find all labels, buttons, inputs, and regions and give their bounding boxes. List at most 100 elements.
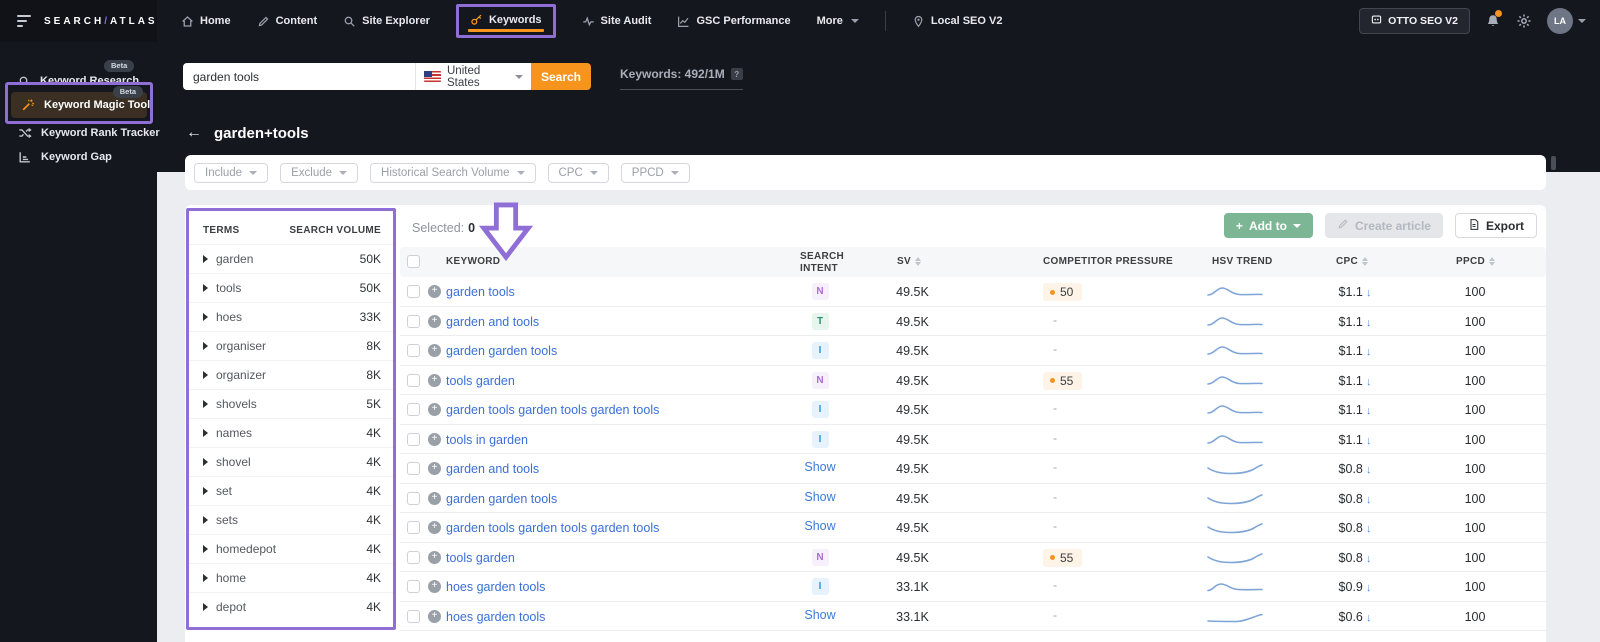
add-to-button[interactable]: + Add to — [1224, 213, 1313, 238]
row-checkbox[interactable] — [407, 610, 420, 623]
keyword-link[interactable]: garden tools — [446, 285, 515, 299]
sidebar-item-keyword-gap[interactable]: Keyword Gap — [0, 146, 112, 168]
row-checkbox[interactable] — [407, 492, 420, 505]
filter-historical-search-volume[interactable]: Historical Search Volume — [370, 163, 535, 183]
expand-plus-icon[interactable]: + — [428, 610, 441, 623]
term-row[interactable]: names4K — [189, 418, 393, 447]
nav-item-site-audit[interactable]: Site Audit — [582, 15, 652, 28]
term-row[interactable]: homedepot4K — [189, 534, 393, 563]
settings-gear-icon[interactable] — [1516, 13, 1532, 29]
row-checkbox[interactable] — [407, 315, 420, 328]
expand-plus-icon[interactable]: + — [428, 433, 441, 446]
term-row[interactable]: sets4K — [189, 505, 393, 534]
expand-triangle-icon[interactable] — [203, 284, 208, 292]
nav-item-gsc-performance[interactable]: GSC Performance — [677, 15, 790, 28]
user-menu[interactable]: LA — [1547, 8, 1586, 34]
expand-plus-icon[interactable]: + — [428, 374, 441, 387]
keyword-link[interactable]: tools in garden — [446, 433, 528, 447]
nav-item-keywords[interactable]: Keywords — [456, 4, 556, 38]
row-checkbox[interactable] — [407, 433, 420, 446]
create-article-button[interactable]: Create article — [1325, 213, 1443, 238]
show-intent-link[interactable]: Show — [804, 460, 835, 474]
cpc-column-header[interactable]: CPC — [1336, 256, 1368, 267]
filter-cpc[interactable]: CPC — [548, 163, 609, 183]
expand-plus-icon[interactable]: + — [428, 521, 441, 534]
row-checkbox[interactable] — [407, 551, 420, 564]
keyword-link[interactable]: garden tools garden tools garden tools — [446, 521, 659, 535]
expand-triangle-icon[interactable] — [203, 574, 208, 582]
term-row[interactable]: shovels5K — [189, 389, 393, 418]
vertical-scrollbar[interactable] — [1551, 156, 1556, 170]
term-row[interactable]: shovel4K — [189, 447, 393, 476]
expand-triangle-icon[interactable] — [203, 545, 208, 553]
expand-triangle-icon[interactable] — [203, 458, 208, 466]
term-row[interactable]: home4K — [189, 563, 393, 592]
expand-triangle-icon[interactable] — [203, 516, 208, 524]
term-row[interactable]: organiser8K — [189, 331, 393, 360]
row-checkbox[interactable] — [407, 344, 420, 357]
expand-plus-icon[interactable]: + — [428, 462, 441, 475]
filter-ppcd[interactable]: PPCD — [621, 163, 690, 183]
row-checkbox[interactable] — [407, 462, 420, 475]
expand-triangle-icon[interactable] — [203, 371, 208, 379]
keyword-link[interactable]: garden tools garden tools garden tools — [446, 403, 659, 417]
expand-plus-icon[interactable]: + — [428, 403, 441, 416]
notifications-bell-icon[interactable] — [1485, 13, 1501, 29]
show-intent-link[interactable]: Show — [804, 519, 835, 533]
hsv-trend-column-header[interactable]: HSV TREND — [1212, 256, 1272, 267]
filter-exclude[interactable]: Exclude — [280, 163, 358, 183]
row-checkbox[interactable] — [407, 374, 420, 387]
keyword-link[interactable]: garden garden tools — [446, 492, 557, 506]
expand-triangle-icon[interactable] — [203, 342, 208, 350]
expand-triangle-icon[interactable] — [203, 255, 208, 263]
filter-include[interactable]: Include — [194, 163, 268, 183]
sidebar-item-keyword-rank-tracker[interactable]: Keyword Rank Tracker — [0, 122, 160, 144]
term-row[interactable]: organizer8K — [189, 360, 393, 389]
row-checkbox[interactable] — [407, 403, 420, 416]
keyword-link[interactable]: hoes garden tools — [446, 580, 545, 594]
nav-item-site-explorer[interactable]: Site Explorer — [343, 15, 430, 28]
competitor-pressure-column-header[interactable]: COMPETITOR PRESSURE — [1043, 256, 1173, 267]
term-row[interactable]: tools50K — [189, 273, 393, 302]
show-intent-link[interactable]: Show — [804, 608, 835, 622]
term-row[interactable]: garden50K — [189, 244, 393, 273]
nav-item-content[interactable]: Content — [257, 15, 318, 28]
keyword-link[interactable]: garden garden tools — [446, 344, 557, 358]
expand-triangle-icon[interactable] — [203, 429, 208, 437]
search-input[interactable] — [183, 63, 415, 90]
keyword-link[interactable]: garden and tools — [446, 315, 539, 329]
term-row[interactable]: set4K — [189, 476, 393, 505]
expand-plus-icon[interactable]: + — [428, 580, 441, 593]
export-button[interactable]: Export — [1455, 213, 1537, 238]
sort-icon[interactable] — [1489, 257, 1495, 267]
otto-seo-button[interactable]: OTTO SEO V2 — [1359, 8, 1470, 34]
expand-triangle-icon[interactable] — [203, 400, 208, 408]
country-select[interactable]: United States — [415, 63, 531, 90]
keyword-link[interactable]: tools garden — [446, 374, 515, 388]
show-intent-link[interactable]: Show — [804, 490, 835, 504]
term-row[interactable]: hoes33K — [189, 302, 393, 331]
expand-plus-icon[interactable]: + — [428, 315, 441, 328]
expand-triangle-icon[interactable] — [203, 487, 208, 495]
keyword-link[interactable]: hoes garden tools — [446, 610, 545, 624]
expand-plus-icon[interactable]: + — [428, 285, 441, 298]
term-row[interactable]: depot4K — [189, 592, 393, 621]
search-intent-column-header[interactable]: SEARCH INTENT — [800, 251, 855, 274]
expand-plus-icon[interactable]: + — [428, 344, 441, 357]
select-all-checkbox[interactable] — [407, 255, 420, 268]
sv-column-header[interactable]: SV — [897, 256, 921, 267]
info-icon[interactable]: ? — [731, 68, 743, 80]
back-arrow-icon[interactable]: ← — [186, 124, 202, 142]
expand-triangle-icon[interactable] — [203, 313, 208, 321]
expand-plus-icon[interactable]: + — [428, 492, 441, 505]
ppcd-column-header[interactable]: PPCD — [1456, 256, 1495, 267]
hamburger-menu-icon[interactable] — [17, 15, 31, 27]
sort-icon[interactable] — [915, 257, 921, 267]
search-button[interactable]: Search — [531, 63, 591, 90]
keyword-link[interactable]: tools garden — [446, 551, 515, 565]
expand-triangle-icon[interactable] — [203, 603, 208, 611]
row-checkbox[interactable] — [407, 285, 420, 298]
expand-plus-icon[interactable]: + — [428, 551, 441, 564]
row-checkbox[interactable] — [407, 580, 420, 593]
keyword-link[interactable]: garden and tools — [446, 462, 539, 476]
